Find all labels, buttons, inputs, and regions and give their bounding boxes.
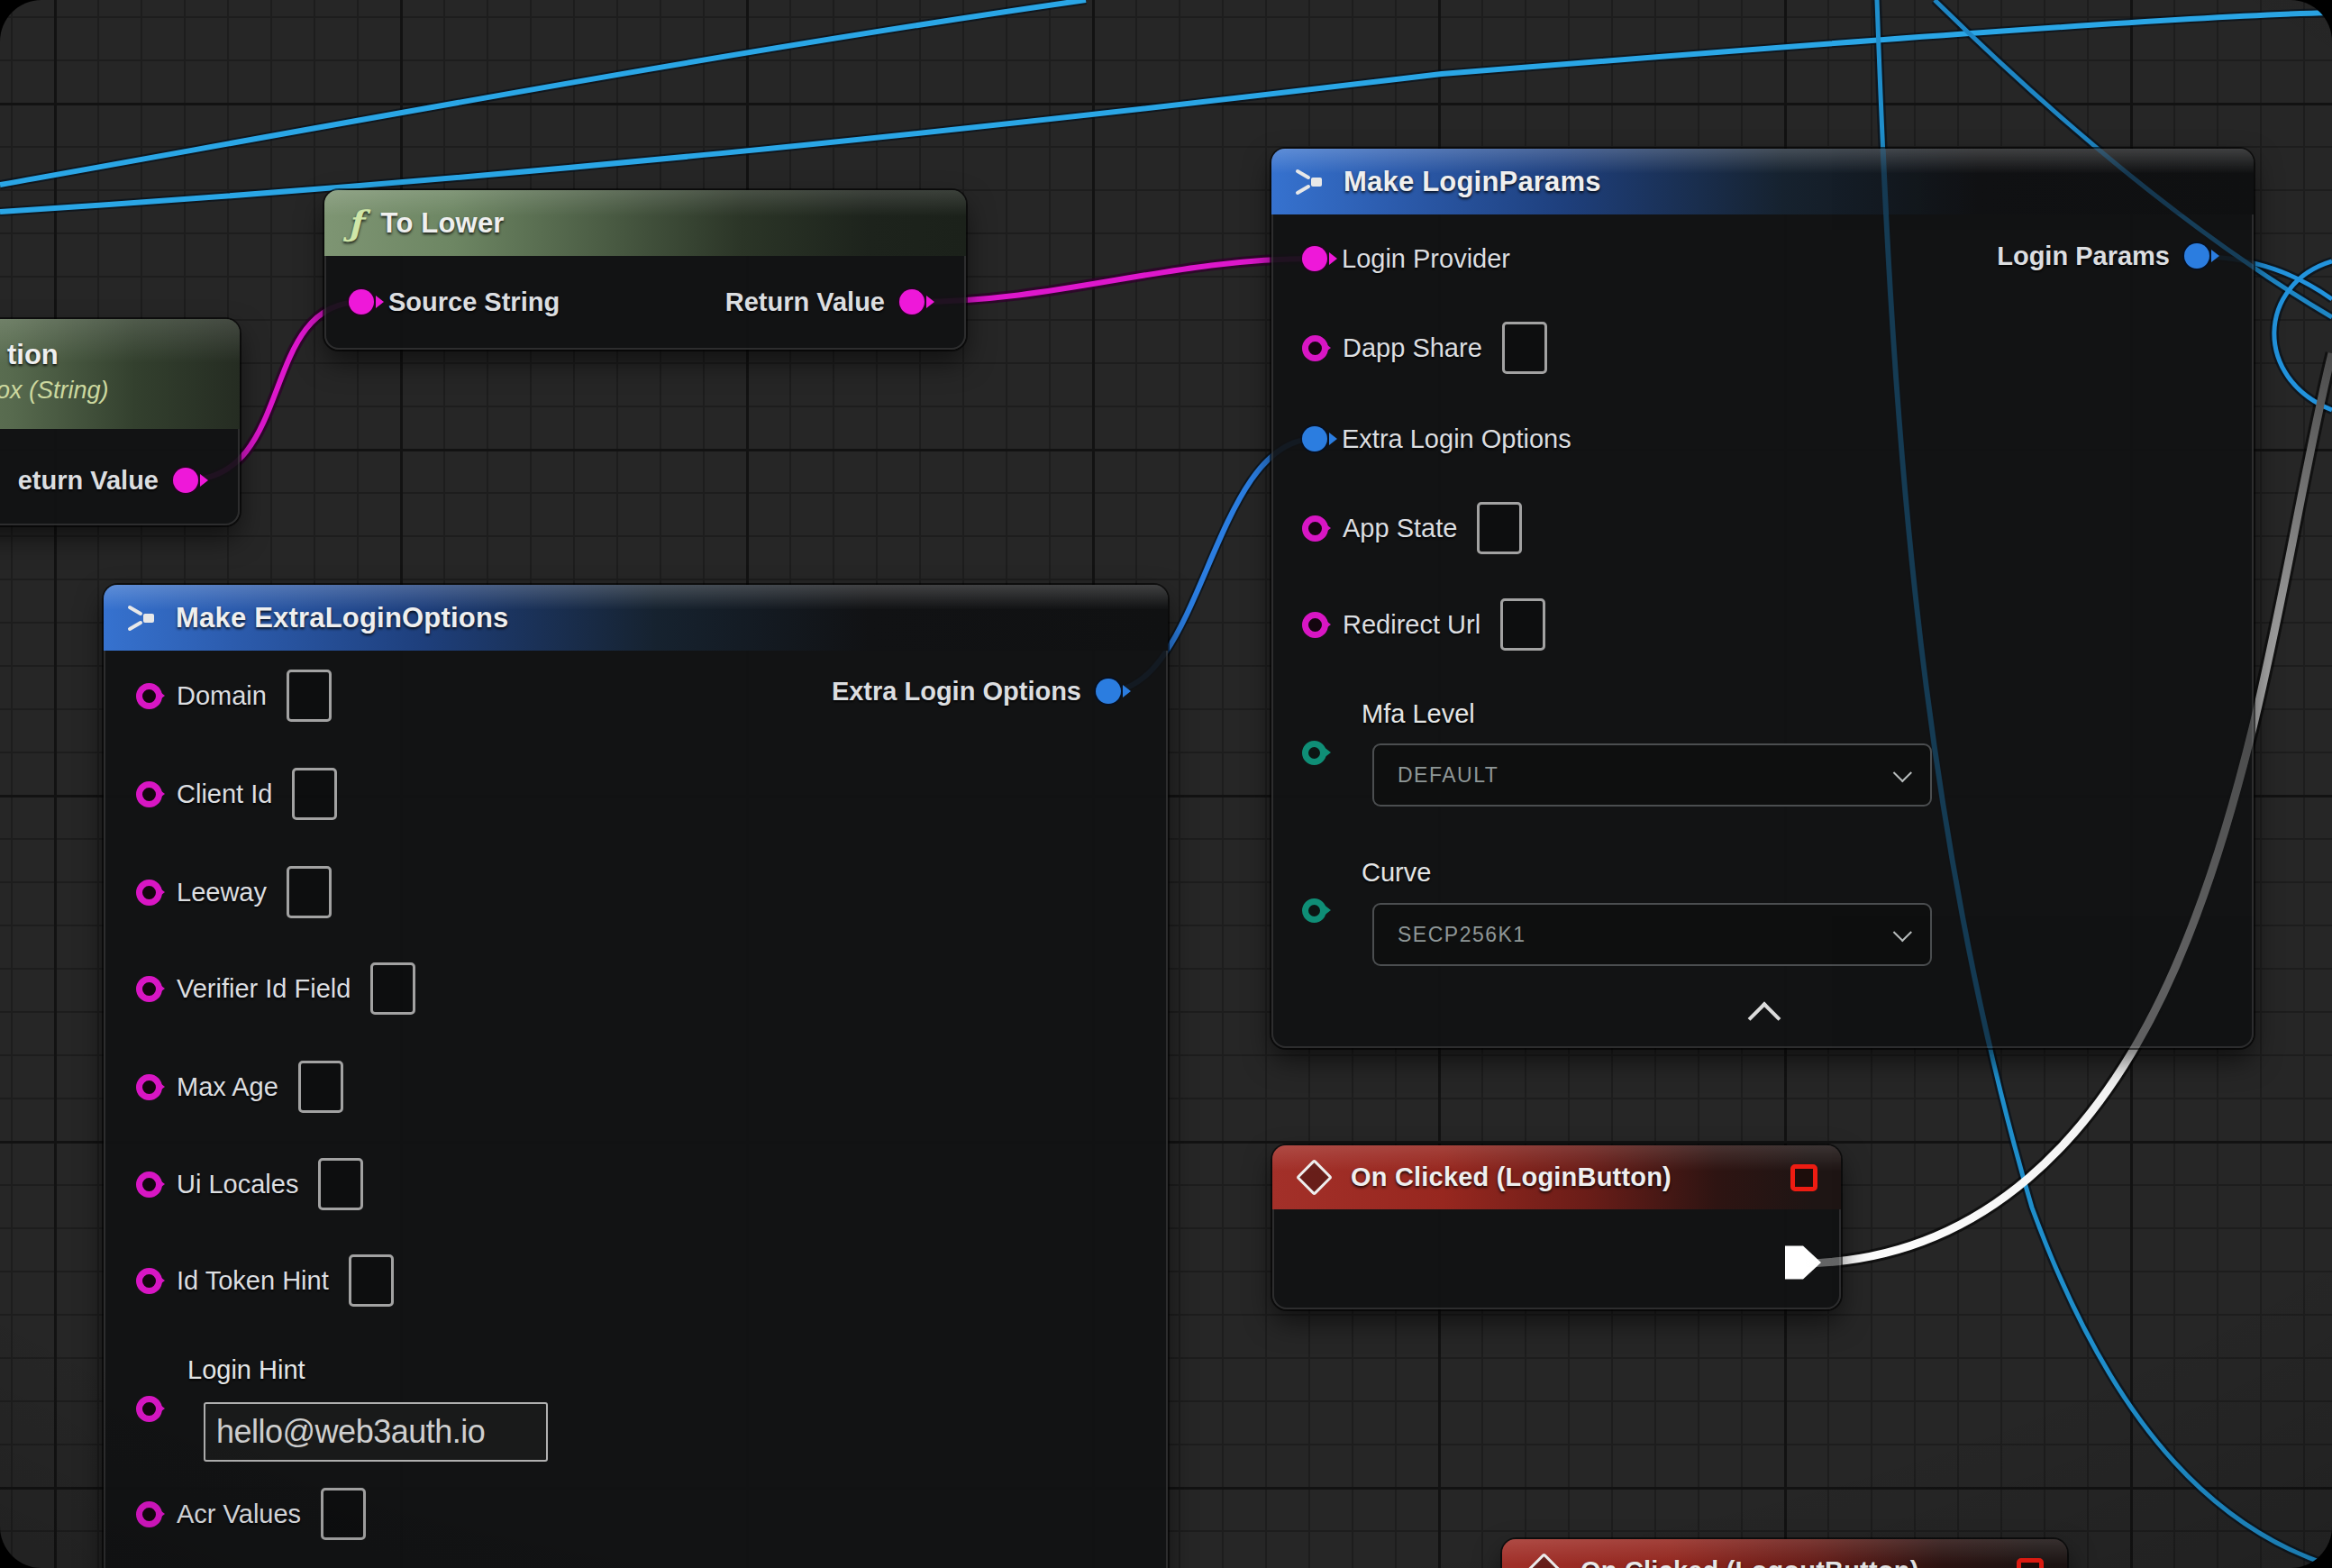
wire-overlay-layer [0,0,2332,1568]
blueprint-graph-canvas[interactable]: tion ox (String) eturn Value ƒ To Lower … [0,0,2332,1568]
